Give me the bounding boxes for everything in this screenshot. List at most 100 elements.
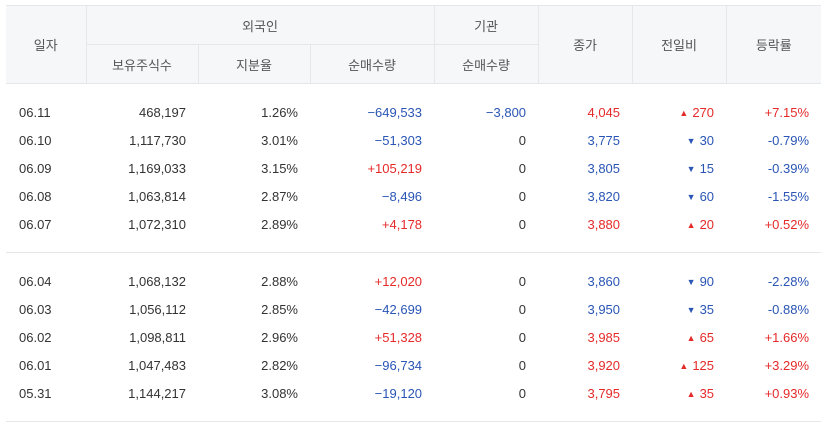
header-change: 전일비 <box>631 5 727 84</box>
cell-date: 06.07 <box>19 216 52 232</box>
cell-holding: 1,068,132 <box>128 273 186 289</box>
investor-trend-table-container: 일자 외국인 기관 종가 전일비 등락률 보유주식수 지분율 순매수량 순매수량… <box>0 5 823 428</box>
cell-change: ▲ 65 <box>632 323 726 351</box>
cell-share: 1.26% <box>261 104 298 120</box>
cell-rate: -1.55% <box>767 188 810 204</box>
cell-date: 06.02 <box>19 329 52 345</box>
cell-foreign-net: −8,496 <box>381 188 423 204</box>
up-triangle-icon: ▲ <box>686 388 696 399</box>
cell-change: ▼ 30 <box>632 126 726 154</box>
change-value: 35 <box>699 301 715 317</box>
change-value: 15 <box>699 160 715 176</box>
cell-foreign-net: −19,120 <box>374 385 423 401</box>
change-value: 60 <box>699 188 715 204</box>
up-triangle-icon: ▲ <box>679 107 689 118</box>
cell-rate: +1.66% <box>764 329 810 345</box>
cell-foreign-net: −649,533 <box>367 104 423 120</box>
table-row: 06.03 1,056,112 2.85% −42,699 0 3,950 ▼ 35 -0.88… <box>6 295 821 323</box>
cell-close: 3,920 <box>587 357 621 373</box>
up-triangle-icon: ▲ <box>679 360 689 371</box>
row-spacer <box>6 407 822 422</box>
table-row: 06.04 1,068,132 2.88% +12,020 0 3,860 ▼ 90 -2.28… <box>6 267 821 295</box>
down-triangle-icon: ▼ <box>686 191 696 202</box>
cell-holding: 1,047,483 <box>128 357 186 373</box>
cell-rate: -0.88% <box>767 301 810 317</box>
header-inst-net: 순매수량 <box>433 44 539 84</box>
cell-foreign-net: +51,328 <box>374 329 423 345</box>
table-body: 06.11 468,197 1.26% −649,533 −3,800 4,045 ▲ 270… <box>6 84 822 422</box>
cell-close: 3,985 <box>587 329 621 345</box>
cell-inst-net: 0 <box>518 273 527 289</box>
header-date: 일자 <box>6 5 86 84</box>
header-rate: 등락률 <box>725 5 822 84</box>
cell-foreign-net: −96,734 <box>374 357 423 373</box>
header-holding: 보유주식수 <box>85 44 198 84</box>
cell-inst-net: 0 <box>518 329 527 345</box>
change-value: 270 <box>692 104 715 120</box>
cell-share: 2.96% <box>261 329 298 345</box>
cell-share: 3.01% <box>261 132 298 148</box>
change-value: 90 <box>699 273 715 289</box>
cell-date: 06.04 <box>19 273 52 289</box>
cell-inst-net: 0 <box>518 188 527 204</box>
cell-date: 06.09 <box>19 160 52 176</box>
table-row: 06.10 1,117,730 3.01% −51,303 0 3,775 ▼ 30 -0.79… <box>6 126 821 154</box>
header-share: 지분율 <box>197 44 310 84</box>
cell-rate: +0.52% <box>764 216 810 232</box>
cell-close: 3,805 <box>587 160 621 176</box>
cell-change: ▲ 270 <box>632 98 726 126</box>
change-value: 20 <box>699 216 715 232</box>
cell-inst-net: −3,800 <box>485 104 527 120</box>
cell-share: 3.15% <box>261 160 298 176</box>
cell-change: ▼ 15 <box>632 154 726 182</box>
cell-foreign-net: −42,699 <box>374 301 423 317</box>
table-row: 06.09 1,169,033 3.15% +105,219 0 3,805 ▼ 15 -0.3… <box>6 154 821 182</box>
cell-inst-net: 0 <box>518 216 527 232</box>
cell-change: ▼ 35 <box>632 295 726 323</box>
table-row: 05.31 1,144,217 3.08% −19,120 0 3,795 ▲ 35 +0.93… <box>6 379 821 407</box>
row-spacer <box>6 238 822 253</box>
header-institution: 기관 <box>433 5 539 45</box>
table-row: 06.02 1,098,811 2.96% +51,328 0 3,985 ▲ 65 +1.66… <box>6 323 821 351</box>
cell-rate: -0.79% <box>767 132 810 148</box>
cell-foreign-net: +105,219 <box>367 160 423 176</box>
up-triangle-icon: ▲ <box>686 332 696 343</box>
down-triangle-icon: ▼ <box>686 276 696 287</box>
cell-date: 06.08 <box>19 188 52 204</box>
cell-close: 3,820 <box>587 188 621 204</box>
cell-holding: 1,098,811 <box>129 329 186 345</box>
cell-holding: 1,056,112 <box>129 301 186 317</box>
table-row: 06.01 1,047,483 2.82% −96,734 0 3,920 ▲ 125 +3.2… <box>6 351 821 379</box>
change-value: 125 <box>692 357 715 373</box>
cell-rate: -2.28% <box>767 273 810 289</box>
cell-close: 3,775 <box>587 132 621 148</box>
cell-rate: -0.39% <box>767 160 810 176</box>
cell-holding: 1,144,217 <box>128 385 186 401</box>
cell-change: ▼ 90 <box>632 267 726 295</box>
change-value: 30 <box>699 132 715 148</box>
cell-date: 06.01 <box>19 357 52 373</box>
investor-trend-table: 일자 외국인 기관 종가 전일비 등락률 보유주식수 지분율 순매수량 순매수량… <box>6 5 822 422</box>
cell-share: 2.85% <box>261 301 298 317</box>
cell-holding: 1,169,033 <box>128 160 186 176</box>
cell-foreign-net: −51,303 <box>374 132 423 148</box>
cell-close: 3,950 <box>587 301 621 317</box>
row-spacer <box>6 253 821 268</box>
table-header: 일자 외국인 기관 종가 전일비 등락률 보유주식수 지분율 순매수량 순매수량 <box>6 5 822 84</box>
header-foreign-net: 순매수량 <box>309 44 435 84</box>
down-triangle-icon: ▼ <box>686 163 696 174</box>
cell-close: 3,795 <box>587 385 621 401</box>
header-close: 종가 <box>537 5 633 84</box>
cell-change: ▲ 35 <box>632 379 726 407</box>
cell-share: 2.87% <box>261 188 298 204</box>
cell-share: 2.89% <box>261 216 298 232</box>
down-triangle-icon: ▼ <box>686 304 696 315</box>
cell-holding: 1,063,814 <box>128 188 186 204</box>
cell-holding: 1,117,730 <box>129 132 186 148</box>
down-triangle-icon: ▼ <box>686 135 696 146</box>
cell-date: 05.31 <box>19 385 52 401</box>
cell-foreign-net: +12,020 <box>374 273 423 289</box>
change-value: 65 <box>699 329 715 345</box>
cell-holding: 1,072,310 <box>128 216 186 232</box>
table-row: 06.08 1,063,814 2.87% −8,496 0 3,820 ▼ 60 -1.55% <box>6 182 821 210</box>
